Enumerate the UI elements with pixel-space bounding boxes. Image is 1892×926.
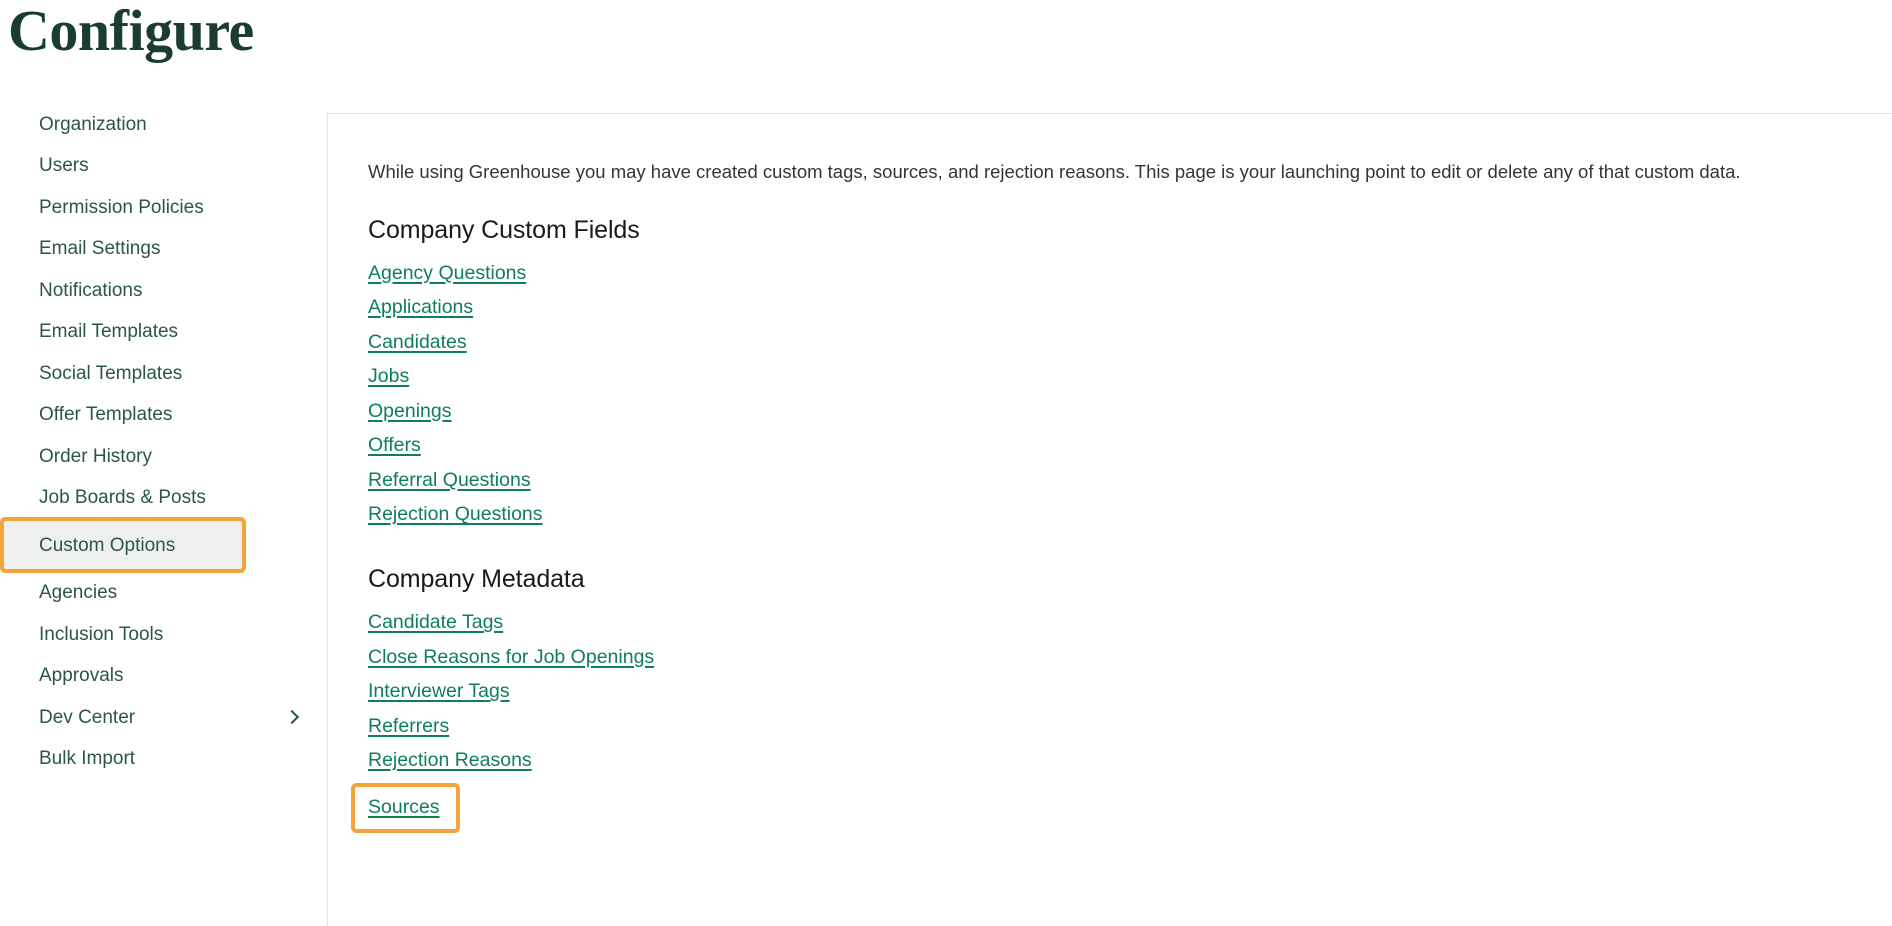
sidebar-item-offer-templates[interactable]: Offer Templates: [0, 397, 327, 433]
sidebar-item-email-settings[interactable]: Email Settings: [0, 231, 327, 267]
list-item: Candidates: [368, 331, 1892, 354]
main-content-panel: While using Greenhouse you may have crea…: [327, 113, 1892, 926]
list-item: Referrers: [368, 715, 1892, 738]
sidebar-item-label: Email Templates: [39, 321, 179, 342]
link-list: Agency Questions Applications Candidates Jo…: [368, 262, 1892, 527]
section-heading: Company Custom Fields: [368, 215, 640, 244]
sidebar-item-inclusion-tools[interactable]: Inclusion Tools: [0, 616, 327, 652]
list-item: Sources: [355, 784, 456, 829]
sidebar-item-job-boards-posts[interactable]: Job Boards & Posts: [0, 480, 327, 516]
link-list: Candidate Tags Close Reasons for Job Open…: [355, 611, 1892, 840]
list-item: Rejection Reasons: [368, 749, 1892, 772]
link-close-reasons-for-job-openings[interactable]: Close Reasons for Job Openings: [368, 646, 654, 669]
sidebar-item-label: Custom Options: [39, 534, 176, 556]
sidebar-item-dev-center[interactable]: Dev Center: [0, 699, 327, 735]
list-item: Rejection Questions: [368, 503, 1892, 526]
sidebar-item-label: Inclusion Tools: [39, 623, 164, 645]
sidebar-item-label: Job Boards & Posts: [39, 487, 206, 508]
page-title: Configure: [8, 0, 254, 63]
link-candidates[interactable]: Candidates: [368, 331, 467, 354]
sidebar-item-label: Order History: [39, 445, 152, 467]
custom-options-sections: Company Custom Fields Agency Questions App…: [355, 216, 1892, 841]
sidebar-item-label: Email Settings: [39, 238, 161, 259]
list-item: Referral Questions: [368, 469, 1892, 492]
sidebar-item-social-templates[interactable]: Social Templates: [0, 355, 327, 391]
sidebar-item-notifications[interactable]: Notifications: [0, 272, 327, 308]
sidebar-item-approvals[interactable]: Approvals: [0, 658, 327, 694]
sidebar-item-label: Dev Center: [39, 706, 136, 728]
highlight-box: Sources: [355, 786, 456, 829]
link-sources[interactable]: Sources: [368, 796, 440, 819]
section-company-custom-fields: Company Custom Fields Agency Questions App…: [368, 216, 1892, 527]
sidebar-item-label: Offer Templates: [39, 404, 173, 425]
list-item: Applications: [368, 296, 1892, 319]
link-jobs[interactable]: Jobs: [368, 365, 409, 388]
link-applications[interactable]: Applications: [368, 296, 473, 319]
list-item: Interviewer Tags: [368, 680, 1892, 703]
section-company-metadata: Company Metadata Candidate Tags Close Reas…: [355, 565, 1892, 840]
list-item: Close Reasons for Job Openings: [368, 646, 1892, 669]
link-candidate-tags[interactable]: Candidate Tags: [368, 611, 503, 634]
sidebar-item-label: Agencies: [39, 582, 118, 603]
chevron-right-icon: [284, 709, 300, 725]
sidebar-item-label: Notifications: [39, 279, 143, 301]
sidebar-item-label: Bulk Import: [39, 748, 136, 769]
list-item: Candidate Tags: [368, 611, 1892, 634]
list-item: Agency Questions: [368, 262, 1892, 285]
configure-sidebar: Organization Users Permission Policies Emai…: [0, 90, 327, 926]
sidebar-item-label: Social Templates: [39, 362, 183, 384]
link-agency-questions[interactable]: Agency Questions: [368, 262, 526, 285]
page-layout: Organization Users Permission Policies Emai…: [0, 90, 1892, 926]
list-item: Openings: [368, 400, 1892, 423]
sidebar-item-email-templates[interactable]: Email Templates: [0, 314, 327, 350]
sidebar-item-organization[interactable]: Organization: [0, 106, 327, 142]
sidebar-item-agencies[interactable]: Agencies: [0, 575, 327, 611]
sidebar-item-label: Users: [39, 155, 89, 176]
section-heading: Company Metadata: [368, 565, 585, 594]
sidebar-item-label: Approvals: [39, 665, 124, 686]
sidebar-item-label: Permission Policies: [39, 196, 204, 218]
sidebar-item-order-history[interactable]: Order History: [0, 438, 327, 474]
sidebar-item-bulk-import[interactable]: Bulk Import: [0, 741, 327, 777]
sidebar-item-custom-options[interactable]: Custom Options: [4, 521, 242, 569]
sidebar-item-label: Organization: [39, 113, 147, 135]
list-item: Jobs: [368, 365, 1892, 388]
link-referrers[interactable]: Referrers: [368, 715, 449, 738]
intro-description: While using Greenhouse you may have crea…: [368, 161, 1741, 182]
list-item: Offers: [368, 434, 1892, 457]
link-openings[interactable]: Openings: [368, 400, 451, 423]
link-interviewer-tags[interactable]: Interviewer Tags: [368, 680, 510, 703]
sidebar-item-users[interactable]: Users: [0, 148, 327, 184]
link-rejection-reasons[interactable]: Rejection Reasons: [368, 749, 532, 772]
link-referral-questions[interactable]: Referral Questions: [368, 469, 531, 492]
link-rejection-questions[interactable]: Rejection Questions: [368, 503, 543, 526]
sidebar-item-permission-policies[interactable]: Permission Policies: [0, 189, 327, 225]
link-offers[interactable]: Offers: [368, 434, 421, 457]
